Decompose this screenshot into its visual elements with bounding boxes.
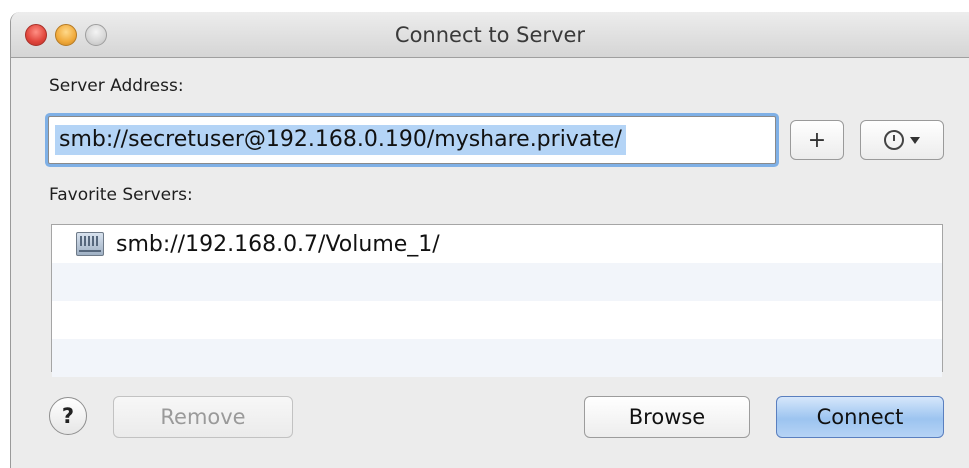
browse-button[interactable]: Browse <box>584 396 750 438</box>
clock-icon <box>884 130 904 150</box>
connect-to-server-window: Connect to Server Server Address: smb://… <box>10 12 969 468</box>
add-favorite-button[interactable]: + <box>790 120 844 160</box>
favorite-servers-label: Favorite Servers: <box>49 185 193 205</box>
server-address-label: Server Address: <box>49 76 184 96</box>
connect-button[interactable]: Connect <box>776 396 944 438</box>
list-item[interactable]: smb://192.168.0.7/Volume_1/ <box>52 225 942 263</box>
remove-button[interactable]: Remove <box>113 396 293 438</box>
window-title: Connect to Server <box>394 23 586 47</box>
server-address-input[interactable]: smb://secretuser@192.168.0.190/myshare.p… <box>48 116 776 164</box>
title-bar: Connect to Server <box>11 12 969 58</box>
empty-row <box>52 263 942 301</box>
recent-servers-button[interactable] <box>860 120 944 160</box>
server-address-value: smb://secretuser@192.168.0.190/myshare.p… <box>55 125 626 155</box>
plus-icon: + <box>807 127 827 153</box>
empty-row <box>52 301 942 339</box>
chevron-down-icon <box>910 136 920 144</box>
server-icon <box>76 232 104 256</box>
list-item-label: smb://192.168.0.7/Volume_1/ <box>116 231 440 257</box>
help-button[interactable]: ? <box>49 397 87 435</box>
favorite-servers-list[interactable]: smb://192.168.0.7/Volume_1/ <box>51 224 943 377</box>
empty-row <box>52 339 942 377</box>
